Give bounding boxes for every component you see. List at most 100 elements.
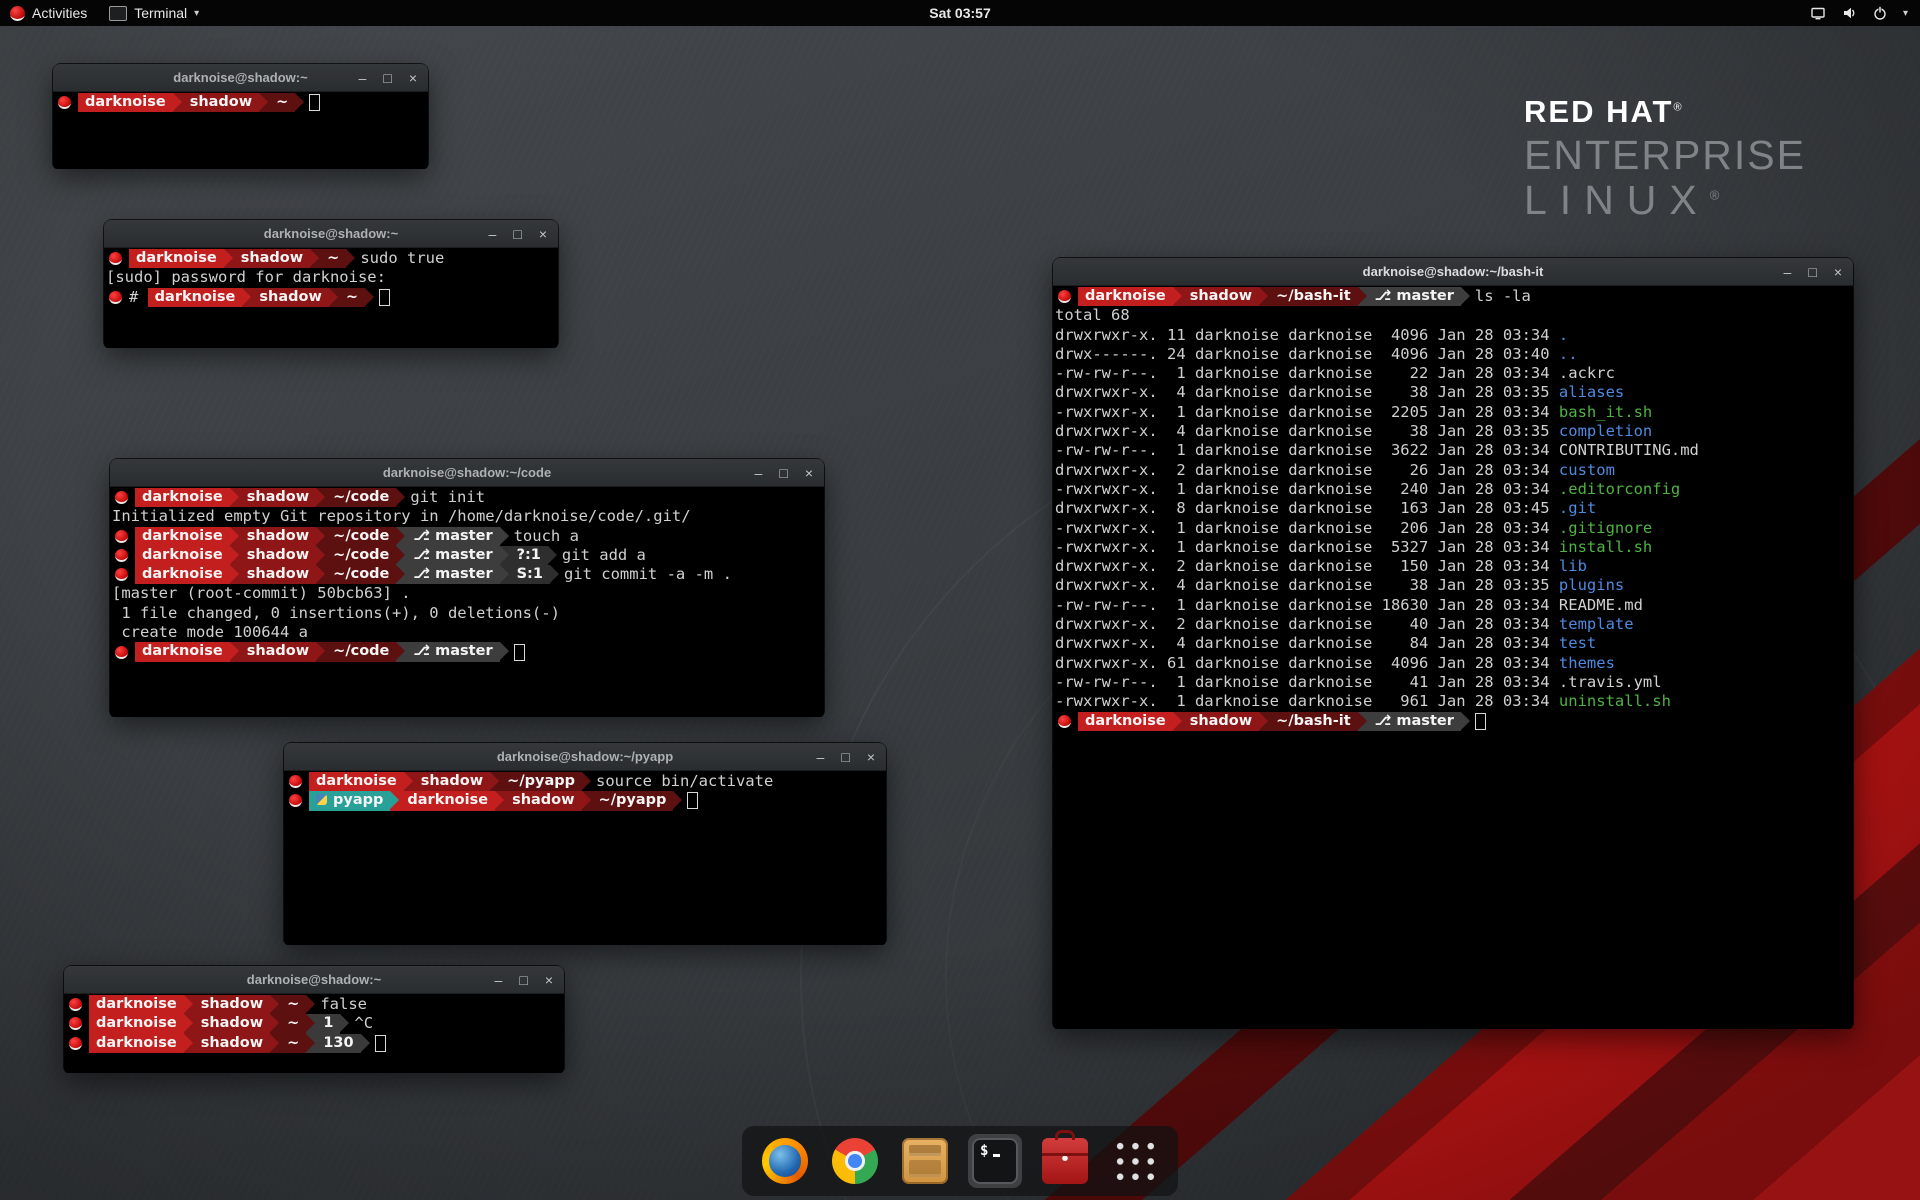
prompt-segment-user: darknoise xyxy=(135,488,230,507)
window-titlebar[interactable]: darknoise@shadow:~ – □ × xyxy=(53,64,428,92)
terminal-text: custom xyxy=(1559,461,1615,480)
terminal-text: drwxrwxr-x. 4 darknoise darknoise 38 Jan… xyxy=(1055,383,1559,402)
window-titlebar[interactable]: darknoise@shadow:~ – □ × xyxy=(104,220,558,248)
minimize-button[interactable]: – xyxy=(489,227,497,241)
terminal-line: drwxrwxr-x. 11 darknoise darknoise 4096 … xyxy=(1055,326,1851,345)
terminal-text: total 68 xyxy=(1055,306,1130,325)
clock[interactable]: Sat 03:57 xyxy=(929,5,990,21)
prompt-segment-path: ~/code xyxy=(316,565,396,584)
terminal-line: Initialized empty Git repository in /hom… xyxy=(112,507,822,526)
minimize-button[interactable]: – xyxy=(359,71,367,85)
redhat-prompt-icon xyxy=(115,530,128,543)
screen-icon[interactable] xyxy=(1810,5,1826,21)
branding-red-hat: RED HAT® xyxy=(1524,96,1806,127)
redhat-prompt-icon xyxy=(1058,290,1071,303)
maximize-button[interactable]: □ xyxy=(513,227,521,241)
terminal-text: .editorconfig xyxy=(1559,480,1680,499)
terminal-icon-cursor xyxy=(993,1154,1000,1157)
terminal-text: -rwxrwxr-x. 1 darknoise darknoise 206 Ja… xyxy=(1055,519,1559,538)
prompt-segment-venv: pyapp xyxy=(309,791,390,810)
terminal-prompt-glyph: $ xyxy=(980,1143,988,1159)
terminal-text: false xyxy=(320,995,367,1014)
terminal-text: ls -la xyxy=(1475,287,1531,306)
minimize-button[interactable]: – xyxy=(755,466,763,480)
window-titlebar[interactable]: darknoise@shadow:~/pyapp – □ × xyxy=(284,743,886,771)
redhat-branding: RED HAT® ENTERPRISE LINUX® xyxy=(1524,96,1806,221)
terminal-text: drwxrwxr-x. 61 darknoise darknoise 4096 … xyxy=(1055,654,1559,673)
close-button[interactable]: × xyxy=(545,973,553,987)
volume-icon[interactable] xyxy=(1841,5,1857,21)
app-menu-label: Terminal xyxy=(134,5,187,21)
window-titlebar[interactable]: darknoise@shadow:~ – □ × xyxy=(64,966,564,994)
close-button[interactable]: × xyxy=(409,71,417,85)
maximize-button[interactable]: □ xyxy=(383,71,391,85)
terminal-text: drwxrwxr-x. 4 darknoise darknoise 84 Jan… xyxy=(1055,634,1559,653)
maximize-button[interactable]: □ xyxy=(519,973,527,987)
terminal-content[interactable]: darknoiseshadow~/codegit initInitialized… xyxy=(110,487,824,717)
terminal-line: -rw-rw-r--. 1 darknoise darknoise 41 Jan… xyxy=(1055,673,1851,692)
dock-terminal[interactable]: $ xyxy=(968,1134,1022,1188)
prompt-segment-git: ⎇ master xyxy=(396,565,499,584)
window-title: darknoise@shadow:~/bash-it xyxy=(1053,258,1853,285)
terminal-window-5: darknoise@shadow:~ – □ × darknoiseshadow… xyxy=(64,966,564,1071)
maximize-button[interactable]: □ xyxy=(841,750,849,764)
redhat-prompt-icon xyxy=(115,491,128,504)
minimize-button[interactable]: – xyxy=(817,750,825,764)
activities-button[interactable]: Activities xyxy=(10,0,87,26)
prompt-segment-path: ~/code xyxy=(316,546,396,565)
terminal-content[interactable]: darknoiseshadow~ xyxy=(53,92,428,169)
minimize-button[interactable]: – xyxy=(495,973,503,987)
dock-show-applications[interactable] xyxy=(1108,1134,1162,1188)
terminal-line: darknoiseshadow~/code⎇ masterS:1git comm… xyxy=(112,565,822,584)
window-titlebar[interactable]: darknoise@shadow:~/code – □ × xyxy=(110,459,824,487)
power-icon[interactable] xyxy=(1872,5,1888,21)
terminal-text: -rwxrwxr-x. 1 darknoise darknoise 240 Ja… xyxy=(1055,480,1559,499)
terminal-window-1: darknoise@shadow:~ – □ × darknoiseshadow… xyxy=(53,64,428,167)
dock-toolbox[interactable] xyxy=(1038,1134,1092,1188)
redhat-logo-icon xyxy=(10,6,25,21)
terminal-window-2: darknoise@shadow:~ – □ × darknoiseshadow… xyxy=(104,220,558,346)
terminal-line: -rwxrwxr-x. 1 darknoise darknoise 961 Ja… xyxy=(1055,692,1851,711)
terminal-text: plugins xyxy=(1559,576,1624,595)
chrome-icon xyxy=(832,1138,878,1184)
window-title: darknoise@shadow:~/pyapp xyxy=(284,743,886,770)
window-titlebar[interactable]: darknoise@shadow:~/bash-it – □ × xyxy=(1053,258,1853,286)
terminal-cursor xyxy=(514,644,525,661)
close-button[interactable]: × xyxy=(539,227,547,241)
terminal-content[interactable]: darknoiseshadow~/pyappsource bin/activat… xyxy=(284,771,886,945)
top-bar: Activities Terminal ▾ Sat 03:57 ▾ xyxy=(0,0,1920,26)
terminal-content[interactable]: darknoiseshadow~sudo true[sudo] password… xyxy=(104,248,558,348)
close-button[interactable]: × xyxy=(805,466,813,480)
prompt-segment-path: ~/code xyxy=(316,488,396,507)
prompt-segment-user: darknoise xyxy=(135,527,230,546)
prompt-segment-host: shadow xyxy=(1173,712,1259,731)
terminal-line: darknoiseshadow~/pyappsource bin/activat… xyxy=(286,772,884,791)
terminal-line: darknoiseshadow~/code⎇ mastertouch a xyxy=(112,527,822,546)
close-button[interactable]: × xyxy=(867,750,875,764)
system-menu-chevron-icon[interactable]: ▾ xyxy=(1903,8,1908,19)
close-button[interactable]: × xyxy=(1834,265,1842,279)
maximize-button[interactable]: □ xyxy=(779,466,787,480)
prompt-segment-git: ⎇ master xyxy=(396,527,499,546)
dock-files[interactable] xyxy=(898,1134,952,1188)
redhat-prompt-icon xyxy=(289,794,302,807)
dock-chrome[interactable] xyxy=(828,1134,882,1188)
prompt-segment-host: shadow xyxy=(230,642,316,661)
app-menu-terminal[interactable]: Terminal ▾ xyxy=(109,0,199,26)
terminal-text: lib xyxy=(1559,557,1587,576)
minimize-button[interactable]: – xyxy=(1784,265,1792,279)
terminal-content[interactable]: darknoiseshadow~/bash-it⎇ masterls -lato… xyxy=(1053,286,1853,1029)
terminal-text: drwxrwxr-x. 4 darknoise darknoise 38 Jan… xyxy=(1055,422,1559,441)
prompt-segment-git: ⎇ master xyxy=(1358,712,1461,731)
maximize-button[interactable]: □ xyxy=(1808,265,1816,279)
terminal-icon xyxy=(109,6,127,21)
terminal-line: darknoiseshadow~false xyxy=(66,995,562,1014)
dock-firefox[interactable] xyxy=(758,1134,812,1188)
terminal-content[interactable]: darknoiseshadow~falsedarknoiseshadow~1^C… xyxy=(64,994,564,1073)
terminal-text: -rw-rw-r--. 1 darknoise darknoise 22 Jan… xyxy=(1055,364,1615,383)
terminal-line: create mode 100644 a xyxy=(112,623,822,642)
prompt-segment-user: darknoise xyxy=(135,546,230,565)
terminal-cursor xyxy=(309,94,320,111)
prompt-segment-git: ⎇ master xyxy=(396,642,499,661)
terminal-line: drwxrwxr-x. 4 darknoise darknoise 84 Jan… xyxy=(1055,634,1851,653)
